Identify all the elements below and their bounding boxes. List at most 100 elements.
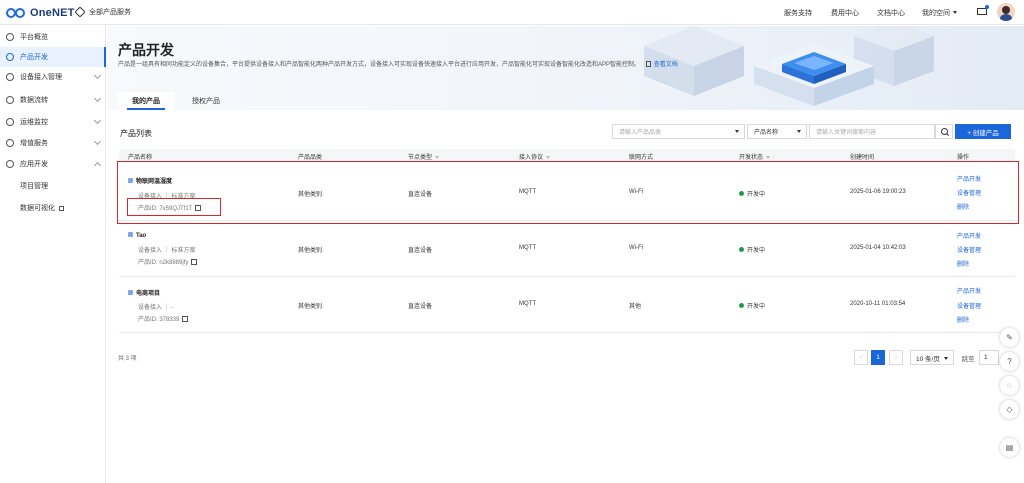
sidebar-item-overview[interactable]: 平台概览 [0, 27, 106, 47]
notification-dot [985, 5, 989, 9]
mail-icon[interactable] [977, 8, 987, 15]
sidebar-item-project-mgmt[interactable]: 项目管理 [0, 176, 106, 196]
jump-label: 跳至 [961, 355, 975, 363]
sidebar: 平台概览 产品开发 设备接入管理 数据流转 运维监控 增值服务 应用开发 项目管… [0, 25, 106, 483]
node-type: 直连设备 [408, 304, 433, 310]
status-badge: 开发中 [739, 245, 765, 254]
product-id: 产品ID: n2k8889jfy [138, 257, 198, 266]
app-dev-icon [6, 160, 14, 168]
col-header-created: 创建时间 [850, 155, 875, 161]
product-id: 产品ID: 378339 [138, 314, 189, 323]
product-icon [6, 53, 14, 61]
highlight-box-product-id [127, 198, 221, 216]
device-manage-link[interactable]: 设备管理 [957, 245, 981, 254]
col-header-actions: 操作 [957, 155, 970, 161]
col-header-protocol[interactable]: 接入协议 [519, 152, 551, 161]
search-field-select[interactable]: 产品名称 [747, 124, 807, 139]
total-count: 共 3 项 [118, 356, 137, 362]
page-number-current[interactable]: 1 [871, 350, 885, 365]
filter-icon[interactable] [546, 155, 551, 159]
filter-icon[interactable] [766, 155, 771, 159]
access-protocol: MQTT [519, 245, 536, 251]
sidebar-item-label: 设备接入管理 [20, 74, 62, 81]
search-input-placeholder: 请输入关键词搜索内容 [816, 130, 877, 136]
next-page-button[interactable]: › [889, 350, 903, 365]
chevron-down-icon [93, 71, 102, 80]
delete-link[interactable]: 删除 [957, 259, 969, 268]
avatar[interactable] [997, 3, 1015, 21]
product-name-text: 电商项目 [136, 291, 161, 297]
status-text: 开发中 [747, 248, 766, 254]
nav-service-support[interactable]: 服务支持 [784, 8, 812, 18]
product-id-text: 产品ID: 378339 [138, 317, 180, 323]
external-link-icon [59, 205, 64, 211]
filter-icon[interactable] [435, 155, 440, 159]
logo-mark-icon [6, 7, 28, 18]
collapse-panel-icon[interactable]: ▤ [1000, 438, 1019, 457]
sidebar-item-app-dev[interactable]: 应用开发 [0, 154, 106, 174]
category-filter-select[interactable]: 请输入产品品类 [612, 124, 745, 139]
create-product-button[interactable]: + 创建产品 [955, 124, 1011, 139]
highlight-box-row [117, 161, 1019, 224]
caret-down-icon [735, 130, 739, 133]
tab-authorized-products[interactable]: 授权产品 [177, 92, 235, 110]
created-time: 2020-10-11 01:03:54 [850, 301, 906, 307]
help-icon[interactable]: ? [1000, 352, 1019, 371]
copy-icon[interactable] [182, 316, 189, 322]
node-type: 直连设备 [408, 248, 433, 254]
product-name[interactable]: 电商项目 [128, 288, 160, 297]
page-size-select[interactable]: 10 条/页 [910, 350, 954, 365]
all-services-menu[interactable]: 全部产品服务 [74, 6, 131, 18]
sidebar-item-data-flow[interactable]: 数据流转 [0, 90, 106, 110]
nav-billing-center[interactable]: 费用中心 [831, 8, 859, 18]
delete-link[interactable]: 删除 [957, 315, 969, 324]
tab-my-products[interactable]: 我的产品 [117, 92, 175, 110]
edit-feedback-icon[interactable]: ✎ [1000, 328, 1019, 347]
table-row: 电商项目 设备接入 ｜ - 产品ID: 378339 其他类别 直连设备 MQT… [119, 278, 1015, 333]
sidebar-item-label: 增值服务 [20, 140, 48, 147]
network-type: Wi-Fi [629, 245, 643, 251]
network-type: 其他 [629, 304, 642, 310]
product-tabs: 我的产品 授权产品 [107, 92, 1024, 110]
view-docs-link[interactable]: 查看文档 [654, 62, 678, 68]
sidebar-item-product-dev[interactable]: 产品开发 [0, 47, 106, 67]
support-icon[interactable]: ◇ [1000, 400, 1019, 419]
sidebar-item-label: 运维监控 [20, 119, 48, 126]
col-header-status[interactable]: 开发状态 [739, 152, 771, 161]
chevron-down-icon [953, 11, 957, 14]
sidebar-item-label: 应用开发 [20, 161, 48, 168]
product-name-text: Tao [136, 233, 147, 239]
page-description: 产品是一组具有相同功能定义的设备集合，平台提供设备接入和产品智能化两种产品开发方… [118, 59, 678, 68]
dashboard-icon [6, 33, 14, 41]
sidebar-item-monitoring[interactable]: 运维监控 [0, 112, 106, 132]
device-manage-link[interactable]: 设备管理 [957, 301, 981, 310]
access-protocol: MQTT [519, 301, 536, 307]
product-name[interactable]: Tao [128, 232, 146, 239]
sidebar-item-value-added[interactable]: 增值服务 [0, 133, 106, 153]
monitor-icon [6, 118, 14, 126]
nav-my-space[interactable]: 我的空间 [922, 8, 950, 18]
search-input[interactable]: 请输入关键词搜索内容 [809, 124, 935, 139]
col-header-name: 产品名称 [128, 155, 153, 161]
product-develop-link[interactable]: 产品开发 [957, 231, 981, 240]
jump-page-input[interactable]: 1 [979, 350, 999, 365]
status-text: 开发中 [747, 304, 766, 310]
nav-docs-center[interactable]: 文档中心 [877, 8, 905, 18]
product-develop-link[interactable]: 产品开发 [957, 286, 981, 295]
product-id-text: 产品ID: n2k8889jfy [138, 260, 189, 266]
sidebar-item-device-access[interactable]: 设备接入管理 [0, 67, 106, 87]
chat-icon[interactable]: ◌ [1000, 376, 1019, 395]
chevron-down-icon [93, 94, 102, 103]
copy-icon[interactable] [191, 259, 198, 265]
chevron-down-icon [93, 137, 102, 146]
onenet-logo[interactable]: OneNET [6, 6, 75, 19]
sidebar-item-label: 数据可视化 [20, 205, 55, 212]
product-access-type: 设备接入 ｜ - [138, 305, 174, 311]
prev-page-button[interactable]: ‹ [854, 350, 868, 365]
col-header-node-type[interactable]: 节点类型 [408, 152, 440, 161]
doc-icon [645, 61, 651, 68]
search-button[interactable] [935, 124, 953, 139]
all-services-icon [74, 6, 86, 18]
sidebar-item-data-visualization[interactable]: 数据可视化 [0, 198, 106, 218]
created-time: 2025-01-04 10:42:03 [850, 245, 906, 251]
